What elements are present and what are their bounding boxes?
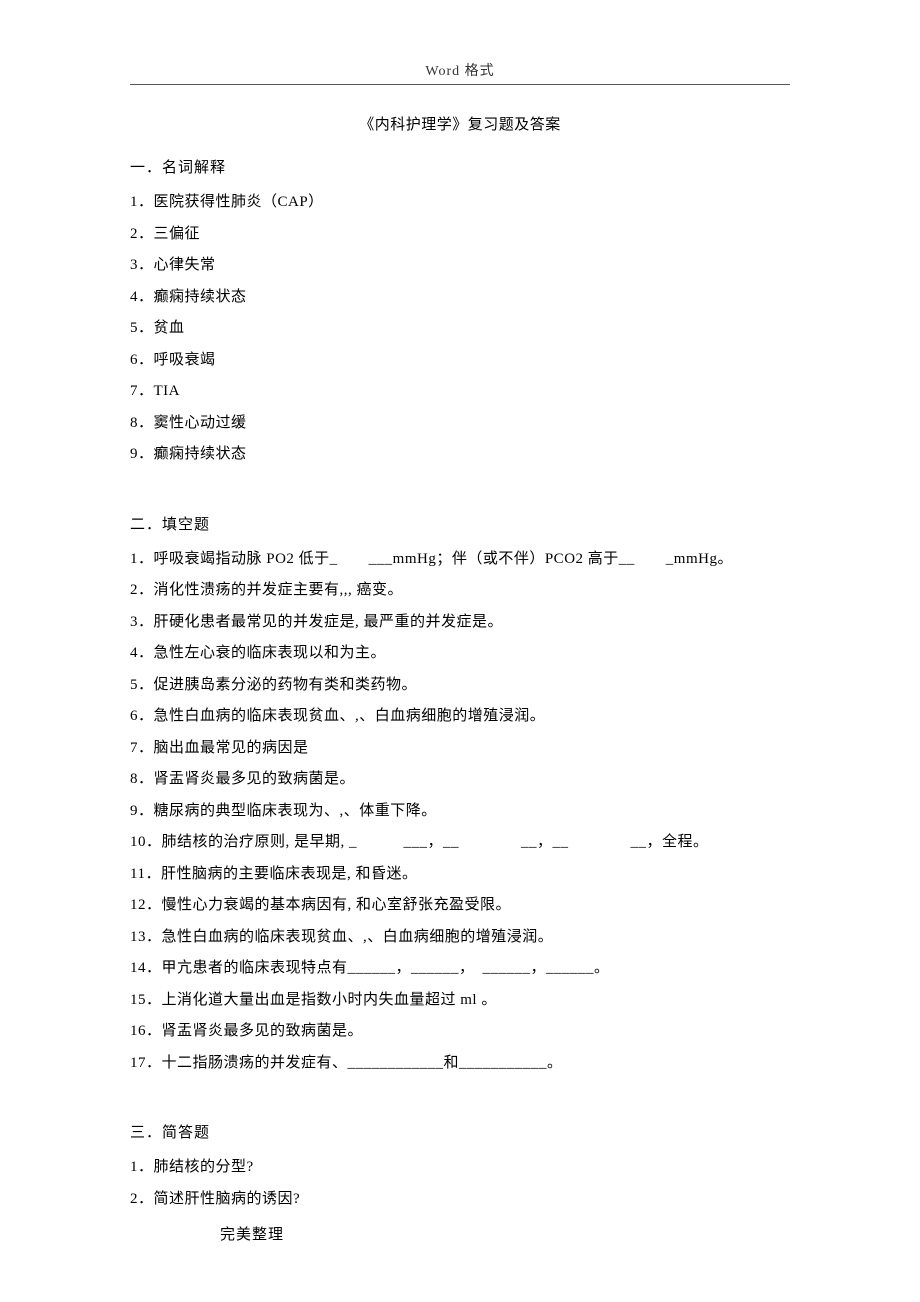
list-item: 15．上消化道大量出血是指数小时内失血量超过 ml 。 <box>130 985 790 1017</box>
list-item: 7．脑出血最常见的病因是 <box>130 733 790 765</box>
list-item: 6．急性白血病的临床表现贫血、,、白血病细胞的增殖浸润。 <box>130 701 790 733</box>
list-item: 13．急性白血病的临床表现贫血、,、白血病细胞的增殖浸润。 <box>130 922 790 954</box>
document-page: Word 格式 《内科护理学》复习题及答案 一．名词解释 1．医院获得性肺炎（C… <box>0 0 920 1255</box>
list-item: 17．十二指肠溃疡的并发症有、____________和___________。 <box>130 1048 790 1080</box>
list-item: 7．TIA <box>130 376 790 408</box>
page-footer: 完美整理 <box>220 1223 284 1244</box>
section-gap <box>130 1079 790 1111</box>
list-item: 1．呼吸衰竭指动脉 PO2 低于_ ___mmHg；伴（或不伴）PCO2 高于_… <box>130 544 790 576</box>
list-item: 3．肝硬化患者最常见的并发症是, 最严重的并发症是。 <box>130 607 790 639</box>
list-item: 14．甲亢患者的临床表现特点有______，______， ______，___… <box>130 953 790 985</box>
document-title: 《内科护理学》复习题及答案 <box>130 113 790 134</box>
list-item: 2．消化性溃疡的并发症主要有,,, 癌变。 <box>130 575 790 607</box>
list-item: 2．三偏征 <box>130 219 790 251</box>
section-2-heading: 二．填空题 <box>130 513 790 534</box>
list-item: 1．肺结核的分型? <box>130 1152 790 1184</box>
list-item: 6．呼吸衰竭 <box>130 345 790 377</box>
list-item: 8．肾盂肾炎最多见的致病菌是。 <box>130 764 790 796</box>
list-item: 16．肾盂肾炎最多见的致病菌是。 <box>130 1016 790 1048</box>
section-gap <box>130 471 790 503</box>
list-item: 11．肝性脑病的主要临床表现是, 和昏迷。 <box>130 859 790 891</box>
page-header: Word 格式 <box>130 60 790 80</box>
list-item: 8．窦性心动过缓 <box>130 408 790 440</box>
list-item: 9．糖尿病的典型临床表现为、,、体重下降。 <box>130 796 790 828</box>
list-item: 1．医院获得性肺炎（CAP） <box>130 187 790 219</box>
header-divider <box>130 84 790 85</box>
list-item: 2．简述肝性脑病的诱因? <box>130 1184 790 1216</box>
list-item: 12．慢性心力衰竭的基本病因有, 和心室舒张充盈受限。 <box>130 890 790 922</box>
list-item: 4．癫痫持续状态 <box>130 282 790 314</box>
list-item: 4．急性左心衰的临床表现以和为主。 <box>130 638 790 670</box>
list-item: 10．肺结核的治疗原则, 是早期, _ ___，__ __，__ __，全程。 <box>130 827 790 859</box>
list-item: 3．心律失常 <box>130 250 790 282</box>
section-3-heading: 三．简答题 <box>130 1121 790 1142</box>
section-1-heading: 一．名词解释 <box>130 156 790 177</box>
list-item: 5．促进胰岛素分泌的药物有类和类药物。 <box>130 670 790 702</box>
list-item: 5．贫血 <box>130 313 790 345</box>
list-item: 9．癫痫持续状态 <box>130 439 790 471</box>
